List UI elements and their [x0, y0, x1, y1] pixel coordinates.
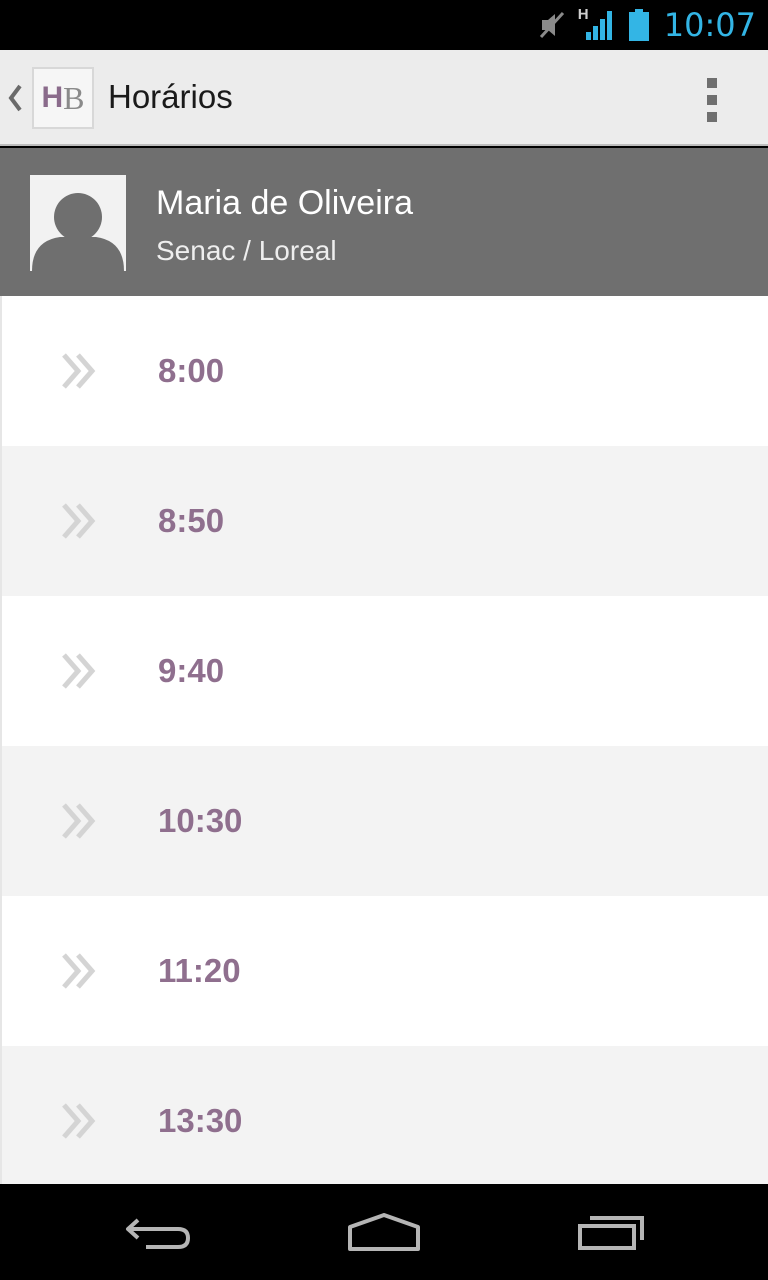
status-time: 10:07	[663, 6, 756, 44]
profile-name: Maria de Oliveira	[156, 184, 413, 222]
action-bar: HB Horários	[0, 50, 768, 146]
page-title: Horários	[108, 78, 233, 115]
back-icon[interactable]	[114, 1202, 204, 1262]
list-item[interactable]: 10:30	[0, 746, 768, 896]
mute-icon	[538, 10, 566, 40]
avatar	[30, 175, 126, 271]
logo-letter-b: B	[63, 79, 85, 116]
profile-header: Maria de Oliveira Senac / Loreal	[0, 148, 768, 296]
recent-apps-icon[interactable]	[566, 1202, 656, 1262]
double-chevron-right-icon	[60, 952, 100, 990]
navigation-bar	[0, 1184, 768, 1280]
list-item[interactable]: 9:40	[0, 596, 768, 746]
up-chevron-icon[interactable]	[6, 80, 24, 116]
list-item[interactable]: 13:30	[0, 1046, 768, 1184]
schedule-list: 8:00 8:50 9:40 10:30 11:20 13:30	[0, 296, 768, 1184]
time-label: 10:30	[158, 802, 243, 839]
list-item[interactable]: 8:50	[0, 446, 768, 596]
battery-icon	[628, 8, 650, 42]
time-label: 13:30	[158, 1102, 243, 1139]
logo-letter-h: H	[41, 81, 64, 114]
time-label: 8:00	[158, 352, 225, 389]
list-item[interactable]: 8:00	[0, 296, 768, 446]
time-label: 9:40	[158, 652, 225, 689]
status-icons: H 10:07	[538, 0, 756, 50]
double-chevron-right-icon	[60, 802, 100, 840]
profile-subtitle: Senac / Loreal	[156, 235, 337, 266]
double-chevron-right-icon	[60, 352, 100, 390]
status-bar: H 10:07	[0, 0, 768, 50]
double-chevron-right-icon	[60, 1102, 100, 1140]
time-label: 11:20	[158, 952, 241, 989]
overflow-menu-icon[interactable]	[696, 78, 728, 122]
double-chevron-right-icon	[60, 652, 100, 690]
list-item[interactable]: 11:20	[0, 896, 768, 1046]
time-label: 8:50	[158, 502, 225, 539]
signal-icon: H	[577, 6, 614, 42]
app-logo[interactable]: HB	[32, 67, 94, 129]
network-type-label: H	[577, 6, 589, 23]
double-chevron-right-icon	[60, 502, 100, 540]
home-icon[interactable]	[339, 1202, 429, 1262]
